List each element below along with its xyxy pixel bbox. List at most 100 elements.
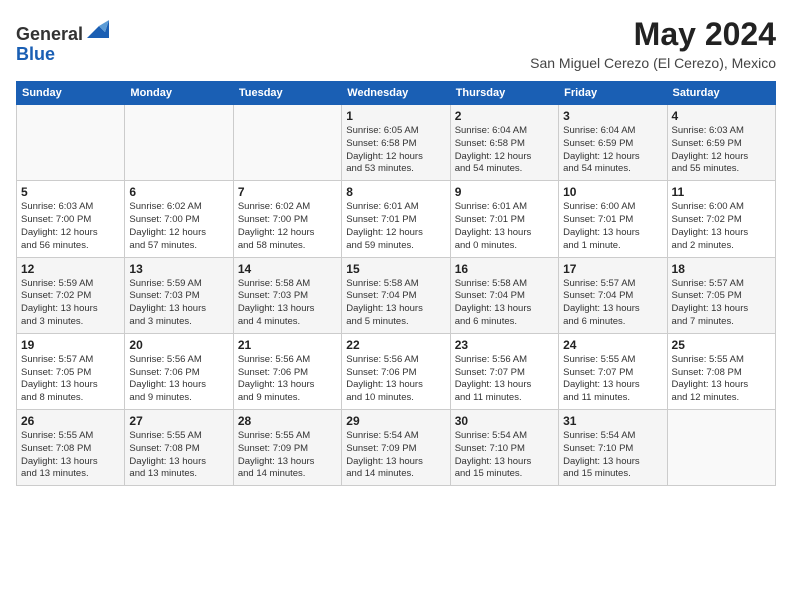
calendar-week-row: 5 Sunrise: 6:03 AM Sunset: 7:00 PM Daylig… (17, 181, 776, 257)
day-number: 22 (346, 338, 445, 352)
calendar-cell: 8 Sunrise: 6:01 AM Sunset: 7:01 PM Daylig… (342, 181, 450, 257)
calendar-cell: 31 Sunrise: 5:54 AM Sunset: 7:10 PM Dayli… (559, 410, 667, 486)
day-number: 7 (238, 185, 337, 199)
day-info: Sunrise: 5:59 AM Sunset: 7:02 PM Dayligh… (21, 278, 120, 329)
day-number: 2 (455, 109, 554, 123)
day-info: Sunrise: 5:57 AM Sunset: 7:04 PM Dayligh… (563, 278, 662, 329)
day-number: 21 (238, 338, 337, 352)
day-info: Sunrise: 6:04 AM Sunset: 6:58 PM Dayligh… (455, 125, 554, 176)
day-info: Sunrise: 6:03 AM Sunset: 7:00 PM Dayligh… (21, 201, 120, 252)
day-number: 6 (129, 185, 228, 199)
day-info: Sunrise: 6:05 AM Sunset: 6:58 PM Dayligh… (346, 125, 445, 176)
calendar-cell: 24 Sunrise: 5:55 AM Sunset: 7:07 PM Dayli… (559, 333, 667, 409)
calendar-cell (233, 105, 341, 181)
weekday-header-saturday: Saturday (667, 82, 775, 105)
day-info: Sunrise: 5:56 AM Sunset: 7:07 PM Dayligh… (455, 354, 554, 405)
calendar-cell: 4 Sunrise: 6:03 AM Sunset: 6:59 PM Daylig… (667, 105, 775, 181)
day-number: 24 (563, 338, 662, 352)
day-number: 12 (21, 262, 120, 276)
day-info: Sunrise: 5:54 AM Sunset: 7:09 PM Dayligh… (346, 430, 445, 481)
calendar-cell: 10 Sunrise: 6:00 AM Sunset: 7:01 PM Dayli… (559, 181, 667, 257)
logo-icon (85, 16, 109, 40)
weekday-header-monday: Monday (125, 82, 233, 105)
day-info: Sunrise: 5:54 AM Sunset: 7:10 PM Dayligh… (563, 430, 662, 481)
calendar-cell: 11Sunrise: 6:00 AM Sunset: 7:02 PM Dayli… (667, 181, 775, 257)
day-info: Sunrise: 6:02 AM Sunset: 7:00 PM Dayligh… (238, 201, 337, 252)
day-number: 11 (672, 185, 771, 199)
day-number: 5 (21, 185, 120, 199)
day-info: Sunrise: 5:58 AM Sunset: 7:04 PM Dayligh… (346, 278, 445, 329)
calendar-table: SundayMondayTuesdayWednesdayThursdayFrid… (16, 81, 776, 486)
day-number: 10 (563, 185, 662, 199)
calendar-cell: 27Sunrise: 5:55 AM Sunset: 7:08 PM Dayli… (125, 410, 233, 486)
calendar-cell (17, 105, 125, 181)
day-number: 26 (21, 414, 120, 428)
calendar-cell: 18 Sunrise: 5:57 AM Sunset: 7:05 PM Dayli… (667, 257, 775, 333)
day-number: 31 (563, 414, 662, 428)
day-info: Sunrise: 5:55 AM Sunset: 7:09 PM Dayligh… (238, 430, 337, 481)
calendar-cell: 12 Sunrise: 5:59 AM Sunset: 7:02 PM Dayli… (17, 257, 125, 333)
calendar-cell: 3 Sunrise: 6:04 AM Sunset: 6:59 PM Daylig… (559, 105, 667, 181)
day-number: 14 (238, 262, 337, 276)
day-number: 23 (455, 338, 554, 352)
day-number: 29 (346, 414, 445, 428)
day-number: 25 (672, 338, 771, 352)
day-info: Sunrise: 5:57 AM Sunset: 7:05 PM Dayligh… (21, 354, 120, 405)
day-number: 8 (346, 185, 445, 199)
month-title: May 2024 (530, 16, 776, 53)
day-info: Sunrise: 5:57 AM Sunset: 7:05 PM Dayligh… (672, 278, 771, 329)
day-info: Sunrise: 5:58 AM Sunset: 7:04 PM Dayligh… (455, 278, 554, 329)
day-info: Sunrise: 5:58 AM Sunset: 7:03 PM Dayligh… (238, 278, 337, 329)
weekday-header-wednesday: Wednesday (342, 82, 450, 105)
calendar-cell: 22Sunrise: 5:56 AM Sunset: 7:06 PM Dayli… (342, 333, 450, 409)
calendar-week-row: 26 Sunrise: 5:55 AM Sunset: 7:08 PM Dayli… (17, 410, 776, 486)
day-number: 9 (455, 185, 554, 199)
day-number: 16 (455, 262, 554, 276)
day-info: Sunrise: 5:55 AM Sunset: 7:07 PM Dayligh… (563, 354, 662, 405)
calendar-cell (125, 105, 233, 181)
day-number: 17 (563, 262, 662, 276)
calendar-cell: 19 Sunrise: 5:57 AM Sunset: 7:05 PM Dayli… (17, 333, 125, 409)
day-number: 28 (238, 414, 337, 428)
weekday-header-friday: Friday (559, 82, 667, 105)
calendar-cell: 15 Sunrise: 5:58 AM Sunset: 7:04 PM Dayli… (342, 257, 450, 333)
weekday-header-thursday: Thursday (450, 82, 558, 105)
calendar-cell: 9 Sunrise: 6:01 AM Sunset: 7:01 PM Daylig… (450, 181, 558, 257)
logo-text: General (16, 16, 109, 45)
day-number: 3 (563, 109, 662, 123)
calendar-cell: 17 Sunrise: 5:57 AM Sunset: 7:04 PM Dayli… (559, 257, 667, 333)
calendar-cell: 25 Sunrise: 5:55 AM Sunset: 7:08 PM Dayli… (667, 333, 775, 409)
day-info: Sunrise: 5:54 AM Sunset: 7:10 PM Dayligh… (455, 430, 554, 481)
day-number: 19 (21, 338, 120, 352)
calendar-cell: 21 Sunrise: 5:56 AM Sunset: 7:06 PM Dayli… (233, 333, 341, 409)
calendar-cell: 20Sunrise: 5:56 AM Sunset: 7:06 PM Dayli… (125, 333, 233, 409)
calendar-week-row: 19 Sunrise: 5:57 AM Sunset: 7:05 PM Dayli… (17, 333, 776, 409)
logo-general: General (16, 24, 83, 44)
calendar-cell: 2 Sunrise: 6:04 AM Sunset: 6:58 PM Daylig… (450, 105, 558, 181)
title-block: May 2024 San Miguel Cerezo (El Cerezo), … (530, 16, 776, 71)
calendar-cell: 29 Sunrise: 5:54 AM Sunset: 7:09 PM Dayli… (342, 410, 450, 486)
day-info: Sunrise: 6:01 AM Sunset: 7:01 PM Dayligh… (346, 201, 445, 252)
calendar-cell: 6Sunrise: 6:02 AM Sunset: 7:00 PM Daylig… (125, 181, 233, 257)
calendar-cell: 7 Sunrise: 6:02 AM Sunset: 7:00 PM Daylig… (233, 181, 341, 257)
calendar-week-row: 12 Sunrise: 5:59 AM Sunset: 7:02 PM Dayli… (17, 257, 776, 333)
day-info: Sunrise: 6:04 AM Sunset: 6:59 PM Dayligh… (563, 125, 662, 176)
day-info: Sunrise: 6:00 AM Sunset: 7:01 PM Dayligh… (563, 201, 662, 252)
day-number: 15 (346, 262, 445, 276)
calendar-cell: 13Sunrise: 5:59 AM Sunset: 7:03 PM Dayli… (125, 257, 233, 333)
day-number: 30 (455, 414, 554, 428)
page-header: General Blue May 2024 San Miguel Cerezo … (16, 16, 776, 71)
calendar-cell: 1 Sunrise: 6:05 AM Sunset: 6:58 PM Daylig… (342, 105, 450, 181)
calendar-cell: 28 Sunrise: 5:55 AM Sunset: 7:09 PM Dayli… (233, 410, 341, 486)
day-info: Sunrise: 6:01 AM Sunset: 7:01 PM Dayligh… (455, 201, 554, 252)
day-info: Sunrise: 5:55 AM Sunset: 7:08 PM Dayligh… (672, 354, 771, 405)
day-info: Sunrise: 5:55 AM Sunset: 7:08 PM Dayligh… (129, 430, 228, 481)
calendar-cell: 30 Sunrise: 5:54 AM Sunset: 7:10 PM Dayli… (450, 410, 558, 486)
day-number: 1 (346, 109, 445, 123)
day-info: Sunrise: 5:56 AM Sunset: 7:06 PM Dayligh… (238, 354, 337, 405)
logo: General Blue (16, 16, 109, 65)
day-info: Sunrise: 6:03 AM Sunset: 6:59 PM Dayligh… (672, 125, 771, 176)
day-info: Sunrise: 5:55 AM Sunset: 7:08 PM Dayligh… (21, 430, 120, 481)
day-number: 18 (672, 262, 771, 276)
day-number: 4 (672, 109, 771, 123)
